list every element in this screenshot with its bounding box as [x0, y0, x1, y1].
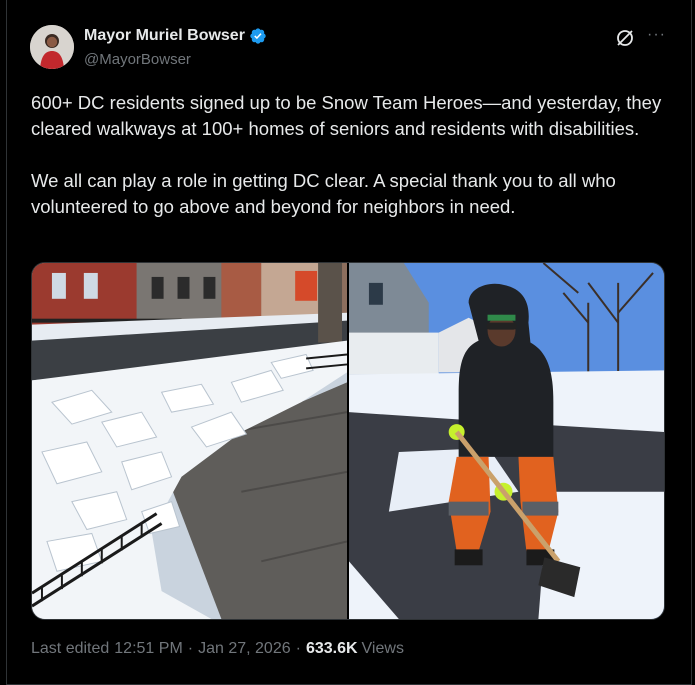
tweet-footer: Last edited 12:51 PM · Jan 27, 2026 · 63… — [31, 640, 404, 658]
views-label: Views — [361, 640, 404, 657]
tweet-time[interactable]: 12:51 PM — [114, 640, 182, 658]
photo-volunteer-shoveling[interactable] — [349, 263, 664, 619]
photo-snow-pile[interactable] — [32, 263, 347, 619]
grok-icon[interactable] — [614, 27, 636, 49]
edited-label[interactable]: Last edited — [31, 640, 109, 658]
tweet-paragraph-2: We all can play a role in getting DC cle… — [31, 170, 616, 217]
tweet-paragraph-1: 600+ DC residents signed up to be Snow T… — [31, 92, 662, 139]
more-options-icon[interactable]: ··· — [647, 26, 666, 44]
author-name[interactable]: Mayor Muriel Bowser — [84, 27, 267, 45]
tweet-date[interactable]: Jan 27, 2026 — [198, 640, 291, 658]
author-name-text[interactable]: Mayor Muriel Bowser — [84, 27, 245, 45]
author-avatar[interactable] — [30, 25, 74, 69]
tweet-text: 600+ DC residents signed up to be Snow T… — [31, 90, 671, 220]
person-avatar-icon — [30, 25, 74, 69]
views-count: 633.6K — [305, 640, 358, 657]
tweet-card: Mayor Muriel Bowser @MayorBowser ··· 600… — [6, 0, 692, 685]
media-grid — [31, 262, 665, 620]
separator-dot-2: · — [295, 640, 301, 657]
author-handle[interactable]: @MayorBowser — [84, 51, 191, 68]
verified-badge-icon — [249, 27, 267, 45]
separator-dot: · — [187, 640, 194, 657]
